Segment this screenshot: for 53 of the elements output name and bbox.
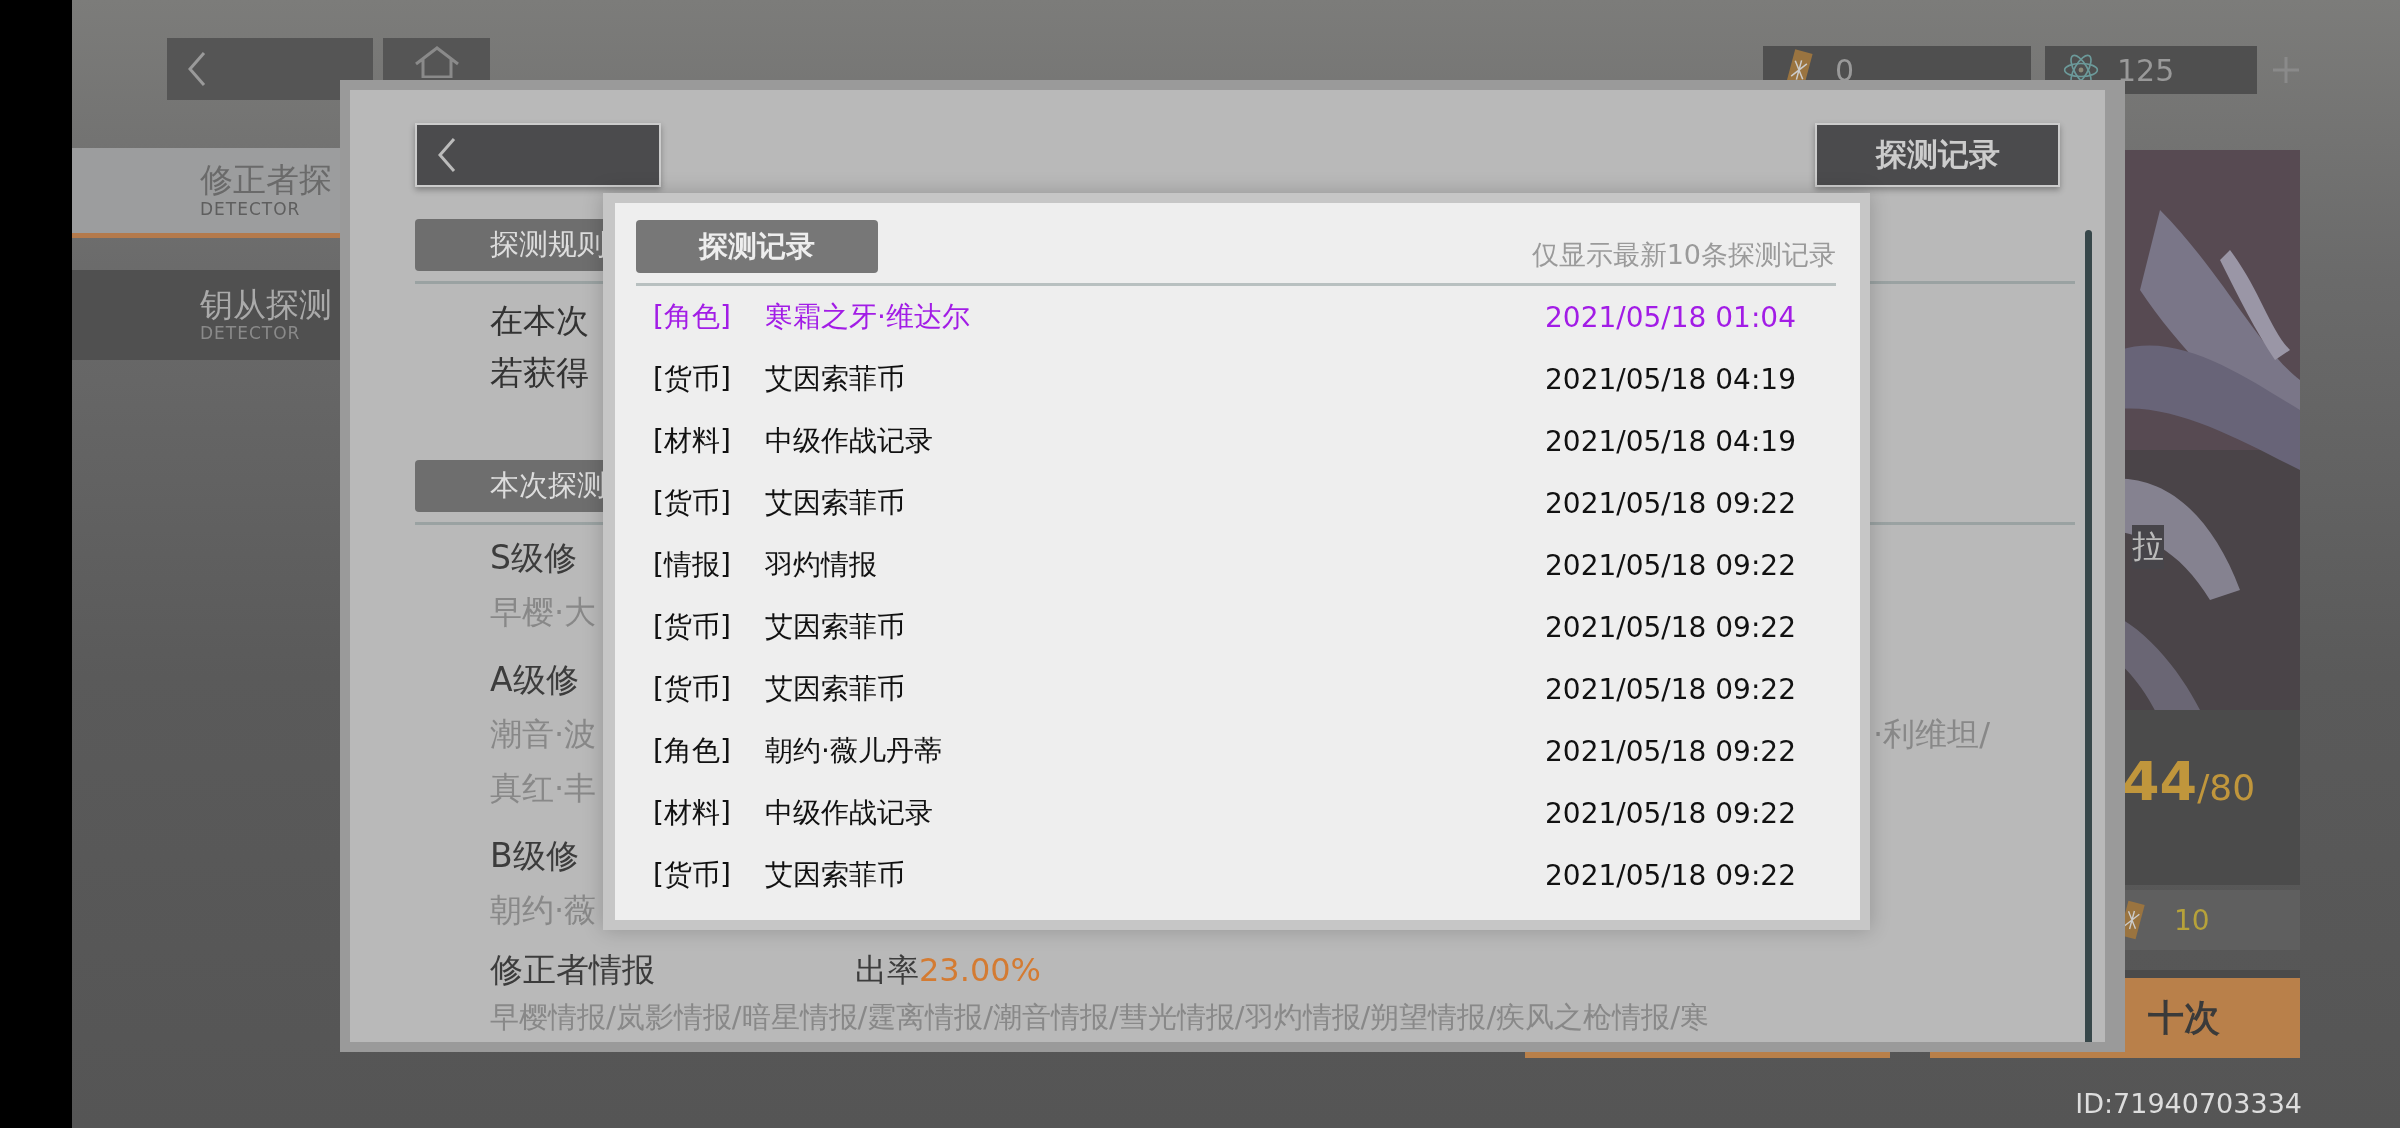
record-item: 朝约·薇儿丹蒂 bbox=[765, 733, 943, 769]
record-time: 2021/05/18 04:19 bbox=[1545, 362, 1796, 396]
record-time: 2021/05/18 09:22 bbox=[1545, 858, 1796, 892]
tier-title: B级修 bbox=[490, 835, 579, 877]
record-time: 2021/05/18 04:19 bbox=[1545, 424, 1796, 458]
rate-value: 23.00% bbox=[919, 951, 1041, 989]
tier-title: A级修 bbox=[490, 659, 579, 701]
record-item: 艾因索菲币 bbox=[765, 609, 906, 645]
record-time: 2021/05/18 09:22 bbox=[1545, 610, 1796, 644]
back-button[interactable] bbox=[167, 38, 373, 100]
record-time: 2021/05/18 01:04 bbox=[1545, 300, 1796, 334]
record-time: 2021/05/18 09:22 bbox=[1545, 796, 1796, 830]
record-category: [角色] bbox=[653, 733, 732, 769]
scrollbar[interactable] bbox=[2085, 230, 2092, 1042]
record-item: 中级作战记录 bbox=[765, 423, 934, 459]
record-time: 2021/05/18 09:22 bbox=[1545, 734, 1796, 768]
record-item: 艾因索菲币 bbox=[765, 857, 906, 893]
record-category: [货币] bbox=[653, 361, 732, 397]
rule-text: 在本次 bbox=[490, 300, 589, 342]
record-time: 2021/05/18 09:22 bbox=[1545, 548, 1796, 582]
cost-amount: 10 bbox=[2174, 903, 2210, 937]
record-item: 艾因索菲币 bbox=[765, 361, 906, 397]
popup-note: 仅显示最新10条探测记录 bbox=[1531, 238, 1836, 272]
tier-title: 修正者情报 bbox=[490, 949, 656, 991]
currency-amount: 0 bbox=[1835, 52, 1855, 88]
popup-title: 探测记录 bbox=[636, 220, 878, 273]
record-category: [货币] bbox=[653, 857, 732, 893]
record-category: [货币] bbox=[653, 671, 732, 707]
record-item: 艾因索菲币 bbox=[765, 485, 906, 521]
home-icon bbox=[413, 46, 460, 78]
tier-title: S级修 bbox=[490, 537, 577, 579]
currency-amount: 125 bbox=[2117, 52, 2175, 88]
record-item: 中级作战记录 bbox=[765, 795, 934, 831]
progress-count: 44 bbox=[2122, 750, 2198, 813]
player-id: ID:71940703334 bbox=[2075, 1088, 2302, 1119]
record-button[interactable]: 探测记录 bbox=[1815, 123, 2060, 187]
rule-text: 若获得 bbox=[490, 352, 589, 394]
record-category: [货币] bbox=[653, 485, 732, 521]
back-icon bbox=[187, 51, 207, 87]
rate-label: 出率 bbox=[855, 950, 919, 991]
back-button[interactable] bbox=[415, 123, 661, 187]
record-time: 2021/05/18 09:22 bbox=[1545, 486, 1796, 520]
record-category: [角色] bbox=[653, 299, 732, 335]
record-item: 羽灼情报 bbox=[765, 547, 878, 583]
record-category: [材料] bbox=[653, 795, 732, 831]
back-icon bbox=[437, 137, 457, 173]
record-category: [情报] bbox=[653, 547, 732, 583]
record-category: [货币] bbox=[653, 609, 732, 645]
record-category: [材料] bbox=[653, 423, 732, 459]
record-item: 寒霜之牙·维达尔 bbox=[765, 299, 971, 335]
record-item: 艾因索菲币 bbox=[765, 671, 906, 707]
progress-total: /80 bbox=[2197, 767, 2256, 808]
record-time: 2021/05/18 09:22 bbox=[1545, 672, 1796, 706]
